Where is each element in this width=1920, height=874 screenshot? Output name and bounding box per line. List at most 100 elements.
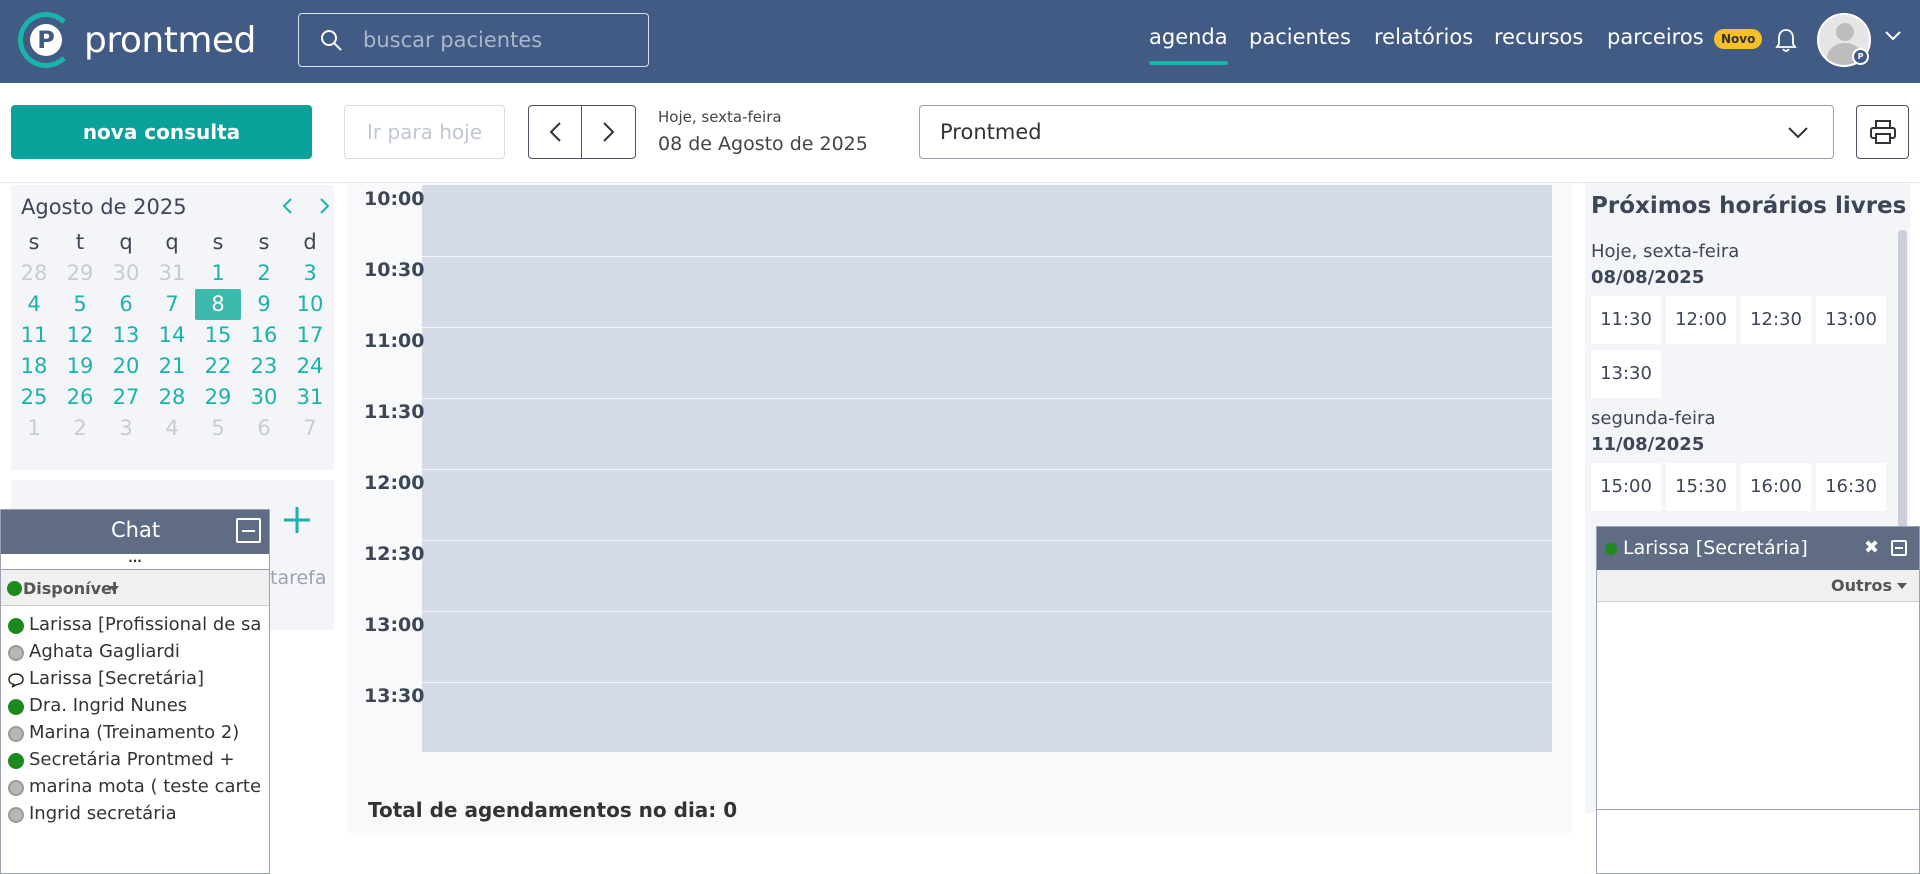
calendar-day[interactable]: 12 — [57, 320, 103, 351]
calendar-day[interactable]: 30 — [241, 382, 287, 413]
chat-conversation-window: Larissa [Secretária] ✖ Outros — [1596, 526, 1920, 874]
status-offline-icon — [8, 726, 24, 742]
calendar-day[interactable]: 21 — [149, 351, 195, 382]
slot-divider — [422, 327, 1552, 328]
calendar-day[interactable]: 7 — [149, 289, 195, 320]
free-slot-button[interactable]: 11:30 — [1591, 296, 1661, 344]
chat-minimize-button[interactable] — [236, 518, 261, 543]
free-slot-button[interactable]: 13:30 — [1591, 350, 1661, 398]
professional-select[interactable]: Prontmed — [919, 105, 1834, 159]
calendar-day[interactable]: 24 — [287, 351, 333, 382]
calendar-weekday: q — [165, 230, 179, 254]
conversation-header[interactable]: Larissa [Secretária] ✖ — [1597, 527, 1919, 570]
chat-contact[interactable]: Larissa [Profissional de sa — [1, 612, 269, 639]
calendar-day[interactable]: 1 — [11, 413, 57, 444]
chat-more[interactable]: ... — [1, 552, 269, 570]
calendar-day[interactable]: 2 — [241, 258, 287, 289]
search-input[interactable] — [363, 24, 633, 56]
calendar-day[interactable]: 5 — [195, 413, 241, 444]
calendar-day[interactable]: 6 — [103, 289, 149, 320]
calendar-day[interactable]: 20 — [103, 351, 149, 382]
free-slot-button[interactable]: 12:00 — [1666, 296, 1736, 344]
chat-contact[interactable]: Larissa [Secretária] — [1, 666, 269, 693]
message-input[interactable] — [1597, 809, 1919, 873]
calendar-day[interactable]: 4 — [11, 289, 57, 320]
calendar-day[interactable]: 29 — [195, 382, 241, 413]
calendar-day[interactable]: 22 — [195, 351, 241, 382]
calendar-next-icon[interactable] — [319, 197, 331, 215]
calendar-day[interactable]: 25 — [11, 382, 57, 413]
calendar-day[interactable]: 3 — [103, 413, 149, 444]
nav-recursos[interactable]: recursos — [1494, 25, 1583, 49]
mini-calendar: Agosto de 2025 s t q q s s d 28 29 30 31 1 2 3 4 5 6 7 8 9 1… — [11, 185, 334, 470]
next-day-button[interactable] — [582, 106, 635, 158]
chat-contact[interactable]: marina mota ( teste carte — [1, 774, 269, 801]
calendar-day[interactable]: 18 — [11, 351, 57, 382]
calendar-day[interactable]: 13 — [103, 320, 149, 351]
chevron-down-icon[interactable] — [1884, 30, 1902, 42]
calendar-day[interactable]: 7 — [287, 413, 333, 444]
free-slot-button[interactable]: 12:30 — [1741, 296, 1811, 344]
calendar-day[interactable]: 2 — [57, 413, 103, 444]
calendar-day[interactable]: 30 — [103, 258, 149, 289]
calendar-day[interactable]: 1 — [195, 258, 241, 289]
calendar-day[interactable]: 29 — [57, 258, 103, 289]
brand-logo[interactable]: P prontmed — [18, 12, 256, 68]
calendar-day[interactable]: 26 — [57, 382, 103, 413]
chat-header[interactable]: Chat — [1, 510, 269, 554]
calendar-day[interactable]: 28 — [149, 382, 195, 413]
calendar-day-selected[interactable]: 8 — [195, 289, 241, 320]
chat-contact[interactable]: Marina (Treinamento 2) — [1, 720, 269, 747]
tasks-label: tarefa — [270, 567, 327, 589]
calendar-day[interactable]: 10 — [287, 289, 333, 320]
calendar-prev-icon[interactable] — [281, 197, 293, 215]
free-slot-button[interactable]: 15:00 — [1591, 463, 1661, 511]
close-icon[interactable]: ✖ — [1864, 537, 1879, 558]
calendar-day[interactable]: 27 — [103, 382, 149, 413]
chat-contact-name: marina mota ( teste carte — [29, 776, 262, 797]
calendar-day[interactable]: 6 — [241, 413, 287, 444]
calendar-day[interactable]: 16 — [241, 320, 287, 351]
free-slot-button[interactable]: 16:00 — [1741, 463, 1811, 511]
search-box[interactable] — [298, 13, 649, 67]
calendar-day[interactable]: 11 — [11, 320, 57, 351]
status-dot — [7, 581, 22, 596]
slot-divider — [422, 256, 1552, 257]
calendar-day[interactable]: 3 — [287, 258, 333, 289]
chat-contact[interactable]: Ingrid secretária — [1, 801, 269, 828]
add-task-icon[interactable] — [282, 505, 312, 535]
chat-contact[interactable]: Aghata Gagliardi — [1, 639, 269, 666]
free-day-label: Hoje, sexta-feira — [1591, 241, 1740, 262]
calendar-day[interactable]: 28 — [11, 258, 57, 289]
minimize-icon[interactable] — [1891, 540, 1907, 556]
bell-icon[interactable] — [1774, 28, 1798, 54]
nav-parceiros[interactable]: parceiros — [1607, 25, 1704, 49]
new-appointment-button[interactable]: nova consulta — [11, 105, 312, 159]
avatar-head — [1836, 23, 1854, 41]
go-to-today-button[interactable]: Ir para hoje — [344, 105, 505, 159]
nav-relatorios[interactable]: relatórios — [1374, 25, 1473, 49]
free-slot-button[interactable]: 15:30 — [1666, 463, 1736, 511]
calendar-day[interactable]: 31 — [149, 258, 195, 289]
chat-contact-name: Aghata Gagliardi — [29, 641, 180, 662]
nav-pacientes[interactable]: pacientes — [1249, 25, 1351, 49]
calendar-day[interactable]: 31 — [287, 382, 333, 413]
previous-day-button[interactable] — [529, 106, 583, 158]
calendar-day[interactable]: 17 — [287, 320, 333, 351]
print-button[interactable] — [1856, 105, 1909, 159]
free-slot-button[interactable]: 13:00 — [1816, 296, 1886, 344]
chat-contact[interactable]: Dra. Ingrid Nunes — [1, 693, 269, 720]
nav-agenda[interactable]: agenda — [1149, 25, 1228, 65]
calendar-day[interactable]: 9 — [241, 289, 287, 320]
calendar-day[interactable]: 5 — [57, 289, 103, 320]
calendar-grid: s t q q s s d 28 29 30 31 1 2 3 4 5 6 7 8 9 10 11 12 13 14 15 16 17… — [11, 227, 334, 444]
conversation-filter[interactable]: Outros — [1597, 570, 1919, 602]
chat-status-select[interactable]: Disponível — [1, 570, 269, 606]
calendar-day[interactable]: 15 — [195, 320, 241, 351]
calendar-day[interactable]: 14 — [149, 320, 195, 351]
calendar-day[interactable]: 23 — [241, 351, 287, 382]
free-slot-button[interactable]: 16:30 — [1816, 463, 1886, 511]
chat-contact[interactable]: Secretária Prontmed + — [1, 747, 269, 774]
calendar-day[interactable]: 4 — [149, 413, 195, 444]
calendar-day[interactable]: 19 — [57, 351, 103, 382]
